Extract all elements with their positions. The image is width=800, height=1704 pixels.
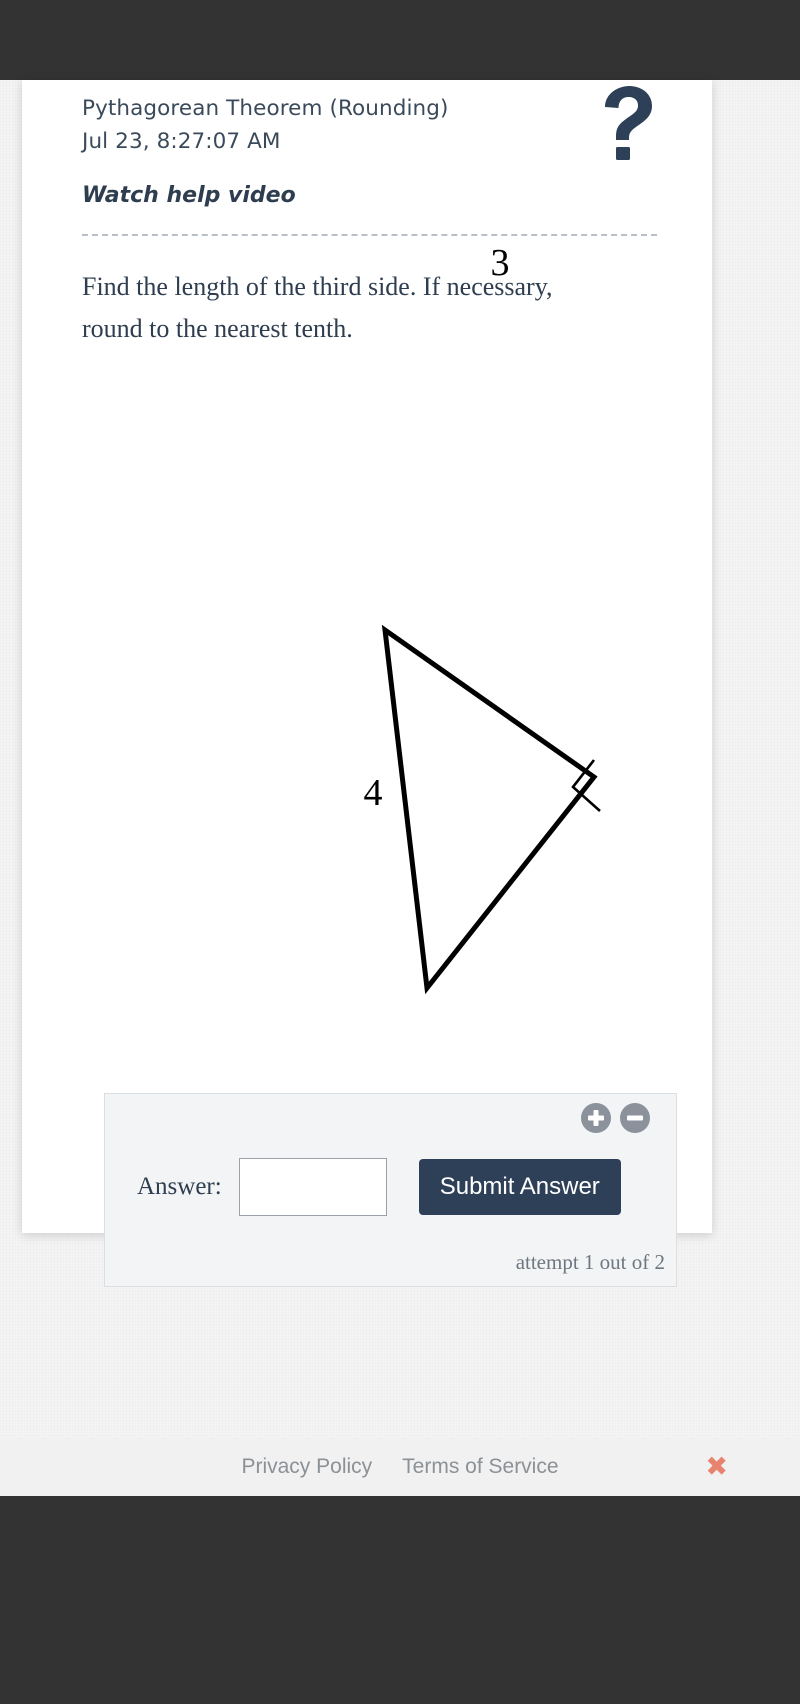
zoom-controls [581,1103,650,1133]
terms-of-service-link[interactable]: Terms of Service [402,1455,558,1479]
triangle-outline [381,624,598,995]
card-content: Pythagorean Theorem (Rounding) Jul 23, 8… [82,93,660,350]
plus-icon-vertical [593,1110,599,1126]
watch-help-video-link[interactable]: Watch help video [82,183,296,208]
question-mark-icon[interactable] [597,85,657,160]
minus-icon [627,1115,643,1121]
assignment-timestamp: Jul 23, 8:27:07 AM [82,129,281,155]
answer-input[interactable] [238,1158,387,1216]
answer-panel: Answer: Submit Answer attempt 1 out of 2 [104,1093,677,1287]
section-divider [82,234,657,237]
page-footer: Privacy Policy Terms of Service ✖ [0,1437,800,1496]
browser-top-bar [0,0,800,80]
side-label-4: 4 [364,772,383,814]
answer-label: Answer: [137,1173,222,1200]
submit-answer-button[interactable]: Submit Answer [418,1159,621,1215]
question-prompt: Find the length of the third side. If ne… [82,272,553,343]
privacy-policy-link[interactable]: Privacy Policy [241,1455,372,1479]
right-angle-marker [571,759,601,812]
attempt-status: attempt 1 out of 2 [515,1250,665,1274]
browser-bottom-bar [0,1496,800,1704]
answer-row: Answer: Submit Answer [105,1158,678,1216]
zoom-out-button[interactable] [620,1103,650,1133]
zoom-in-button[interactable] [581,1103,611,1133]
question-card: Pythagorean Theorem (Rounding) Jul 23, 8… [22,80,712,1287]
assignment-title: Pythagorean Theorem (Rounding) [82,96,449,121]
close-x-icon[interactable]: ✖ [705,1453,728,1480]
